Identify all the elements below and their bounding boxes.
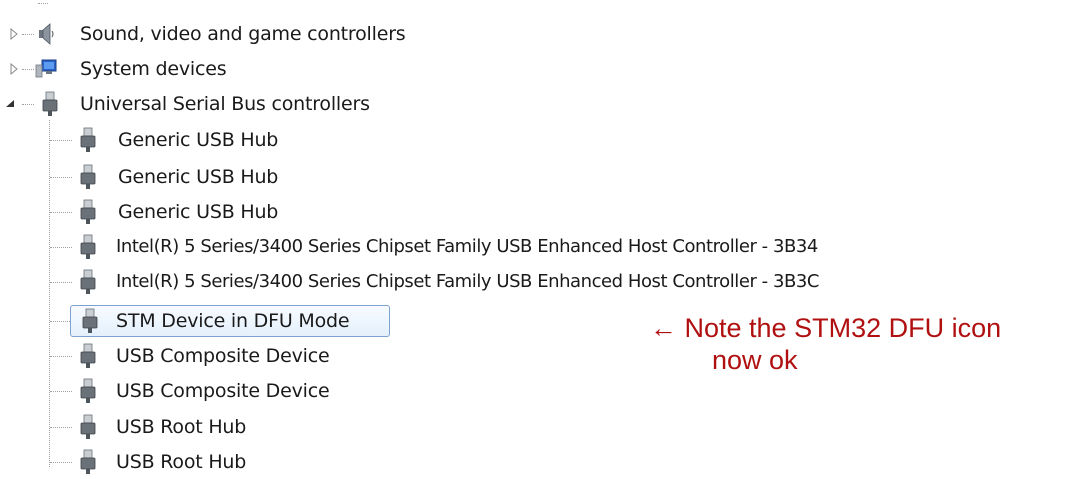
speaker-icon [39, 23, 54, 45]
tree-connector [50, 247, 72, 248]
tree-connector [38, 3, 48, 4]
tree-item-label: Intel(R) 5 Series/3400 Series Chipset Fa… [116, 236, 818, 257]
tree-connector [50, 282, 72, 283]
tree-item-label: System devices [80, 58, 227, 80]
tree-item-label: USB Root Hub [116, 451, 247, 473]
annotation-note: ← Note the STM32 DFU icon now ok [650, 312, 1001, 376]
tree-connector [50, 462, 72, 463]
usb-plug-icon [80, 414, 96, 439]
expand-arrow-icon[interactable] [9, 28, 19, 40]
tree-connector [50, 356, 72, 357]
tree-item-label: STM Device in DFU Mode [116, 310, 350, 332]
tree-connector [50, 212, 72, 213]
usb-plug-icon [42, 91, 58, 116]
tree-item-generic-usb-hub[interactable]: Generic USB Hub [0, 161, 300, 193]
annotation-line-2: now ok [712, 345, 798, 375]
usb-plug-icon [80, 269, 96, 294]
tree-item-generic-usb-hub[interactable]: Generic USB Hub [0, 196, 300, 228]
tree-item-label: Generic USB Hub [118, 201, 279, 223]
tree-item-label: USB Composite Device [116, 345, 330, 367]
device-tree: Sound, video and game controllers System… [0, 0, 1086, 479]
tree-connector [50, 177, 72, 178]
tree-item-usb-controllers[interactable]: Universal Serial Bus controllers [0, 88, 420, 120]
tree-item-label: USB Composite Device [116, 380, 330, 402]
tree-item-usb-composite-device[interactable]: USB Composite Device [0, 340, 380, 372]
tree-item-usb-composite-device[interactable]: USB Composite Device [0, 375, 380, 407]
usb-plug-icon [80, 343, 96, 368]
tree-item-system-devices[interactable]: System devices [0, 53, 260, 85]
tree-item-label: Generic USB Hub [118, 129, 279, 151]
tree-item-stm-dfu-device[interactable]: STM Device in DFU Mode [0, 305, 420, 337]
tree-item-label: USB Root Hub [116, 416, 247, 438]
usb-plug-icon [80, 127, 96, 152]
tree-item-label: Sound, video and game controllers [80, 23, 406, 45]
usb-plug-icon [80, 199, 96, 224]
tree-item-label: Generic USB Hub [118, 166, 279, 188]
annotation-line-1: ← Note the STM32 DFU icon [650, 313, 1002, 343]
tree-item-usb-root-hub[interactable]: USB Root Hub [0, 446, 300, 478]
expand-arrow-icon[interactable] [9, 63, 19, 75]
usb-plug-icon [80, 164, 96, 189]
usb-plug-icon [80, 449, 96, 474]
tree-item-label: Intel(R) 5 Series/3400 Series Chipset Fa… [116, 271, 820, 292]
tree-item-generic-usb-hub[interactable]: Generic USB Hub [0, 124, 300, 156]
tree-connector [22, 104, 34, 105]
tree-connector [50, 427, 72, 428]
tree-connector [50, 140, 72, 141]
tree-item-sound-video-game[interactable]: Sound, video and game controllers [0, 18, 460, 50]
usb-plug-icon [82, 308, 98, 333]
tree-connector [50, 391, 72, 392]
tree-connector [22, 34, 34, 35]
usb-plug-icon [80, 378, 96, 403]
collapse-arrow-icon[interactable] [5, 98, 15, 110]
tree-item-intel-host-controller-3b3c[interactable]: Intel(R) 5 Series/3400 Series Chipset Fa… [0, 266, 1000, 298]
tree-connector [50, 321, 70, 322]
tree-connector [22, 69, 34, 70]
usb-plug-icon [80, 234, 96, 259]
tree-item-usb-root-hub[interactable]: USB Root Hub [0, 411, 300, 443]
tree-item-label: Universal Serial Bus controllers [80, 93, 370, 115]
tree-item-intel-host-controller-3b34[interactable]: Intel(R) 5 Series/3400 Series Chipset Fa… [0, 231, 1000, 263]
computer-icon [35, 59, 57, 78]
